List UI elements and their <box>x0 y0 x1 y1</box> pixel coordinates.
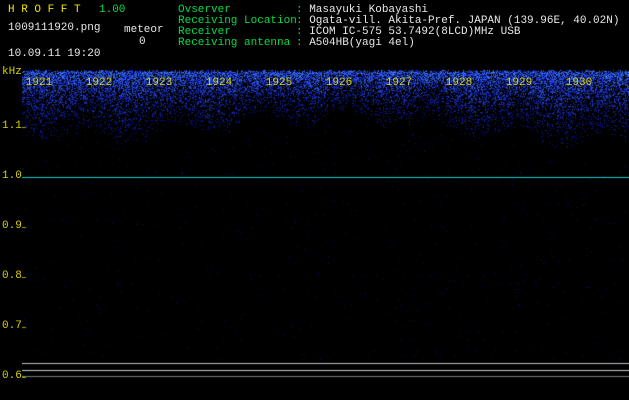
y-tick-label: 0.9 <box>2 220 22 232</box>
station-info: Ovserver: Masayuki Kobayashi Receiving Lo… <box>178 5 619 49</box>
y-tick-label: 1.0 <box>2 170 22 182</box>
x-tick-label: 1924 <box>205 77 233 89</box>
x-tick-label: 1922 <box>85 77 113 89</box>
station-field-colon: : <box>296 37 310 49</box>
meteor-count: 0 <box>139 36 146 48</box>
output-filename: 1009111920.png <box>8 22 101 34</box>
timestamp: 10.09.11 19:20 <box>8 48 101 60</box>
x-tick-label: 1927 <box>385 77 413 89</box>
hrofft-screen: H R O F F T 1.00 1009111920.png meteor 0… <box>0 0 629 400</box>
y-tick-label: 0.6 <box>2 370 22 382</box>
y-tick-label: 0.7 <box>2 320 22 332</box>
meteor-label: meteor <box>124 24 164 36</box>
app-title: H R O F F T <box>8 4 81 16</box>
y-tick-label: 1.1 <box>2 120 22 132</box>
station-field: Receiving antenna: A504HB(yagi 4el) <box>178 38 619 49</box>
y-axis-unit: kHz <box>2 66 22 78</box>
spectrogram-canvas <box>22 68 629 400</box>
y-tick-label: 0.8 <box>2 270 22 282</box>
station-field-label: Receiving antenna <box>178 37 291 49</box>
station-field-value: A504HB(yagi 4el) <box>309 37 415 49</box>
app-version: 1.00 <box>99 4 126 16</box>
x-tick-label: 1926 <box>325 77 353 89</box>
x-tick-label: 1923 <box>145 77 173 89</box>
x-tick-label: 1921 <box>25 77 53 89</box>
x-tick-label: 1928 <box>445 77 473 89</box>
x-tick-label: 1925 <box>265 77 293 89</box>
x-tick-label: 1929 <box>505 77 533 89</box>
x-tick-label: 1930 <box>565 77 593 89</box>
